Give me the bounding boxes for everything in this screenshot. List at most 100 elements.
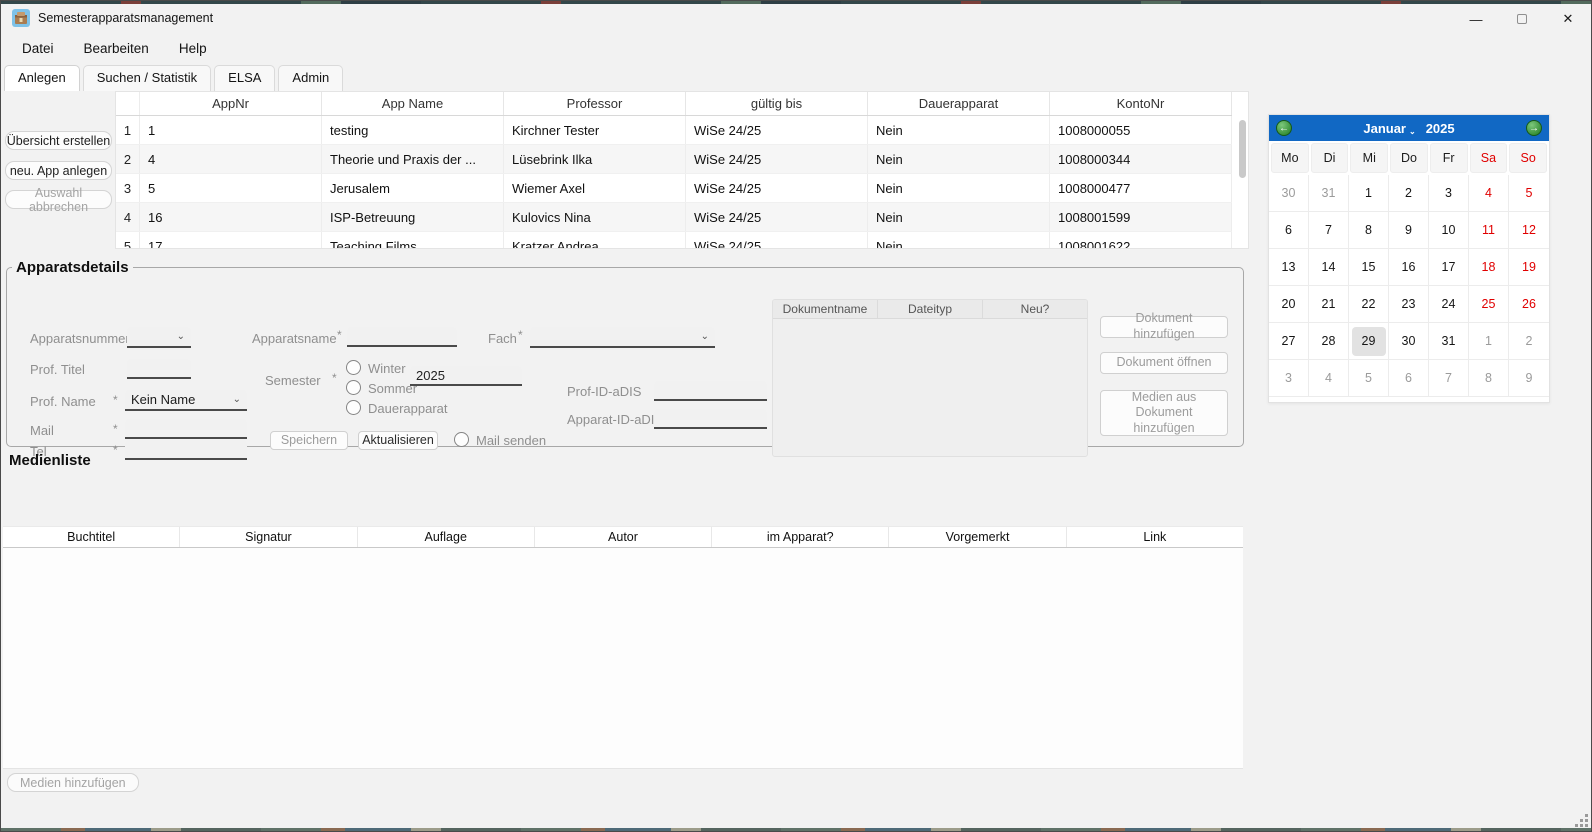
table-row[interactable]: 517Teaching FilmsKratzer AndreaWiSe 24/2… (116, 232, 1232, 249)
calendar-day-cell[interactable]: 5 (1509, 175, 1549, 212)
calendar-day-cell[interactable]: 9 (1509, 360, 1549, 397)
calendar-day-cell[interactable]: 17 (1429, 249, 1469, 286)
resize-grip[interactable] (1576, 815, 1588, 827)
menu-item-help[interactable]: Help (164, 36, 222, 61)
calendar-day-cell[interactable]: 15 (1349, 249, 1389, 286)
calendar-day-cell[interactable]: 8 (1349, 212, 1389, 249)
calendar-day-cell[interactable]: 26 (1509, 286, 1549, 323)
calendar-month-year[interactable]: Januar⌄ 2025 (1363, 121, 1454, 136)
apps-table-scrollbar-thumb[interactable] (1239, 120, 1246, 178)
apps-column-header-professor[interactable]: Professor (504, 92, 686, 115)
prof-titel-input[interactable] (127, 359, 191, 379)
apps-table-scrollbar[interactable] (1239, 118, 1246, 246)
calendar-day-cell[interactable]: 8 (1469, 360, 1509, 397)
calendar-day-cell[interactable]: 7 (1429, 360, 1469, 397)
calendar-day-cell[interactable]: 29 (1349, 323, 1389, 360)
sidebar-button-3[interactable]: Auswahl abbrechen (5, 190, 112, 209)
calendar-day-cell[interactable]: 1 (1469, 323, 1509, 360)
apps-column-header-app-name[interactable]: App Name (322, 92, 504, 115)
apparatsname-input[interactable] (347, 327, 457, 347)
calendar-prev-month-button[interactable]: ← (1276, 120, 1292, 136)
sidebar-button-2[interactable]: neu. App anlegen (5, 161, 112, 180)
calendar-day-cell[interactable]: 3 (1269, 360, 1309, 397)
tab-suchen-statistik[interactable]: Suchen / Statistik (83, 65, 211, 91)
calendar-day-cell[interactable]: 2 (1509, 323, 1549, 360)
calendar-day-cell[interactable]: 28 (1309, 323, 1349, 360)
table-cell: testing (322, 116, 504, 144)
calendar-day-cell[interactable]: 7 (1309, 212, 1349, 249)
close-button[interactable]: ✕ (1545, 4, 1591, 34)
apps-column-header-dauerapparat[interactable]: Dauerapparat (868, 92, 1050, 115)
mail-input[interactable] (125, 419, 247, 439)
tab-elsa[interactable]: ELSA (214, 65, 275, 91)
apparatsnummer-dropdown[interactable]: ⌄ (127, 327, 191, 348)
calendar-day-cell[interactable]: 10 (1429, 212, 1469, 249)
semester-dauerapparat-label: Dauerapparat (368, 401, 448, 416)
calendar-day-cell[interactable]: 25 (1469, 286, 1509, 323)
calendar-day-cell[interactable]: 6 (1269, 212, 1309, 249)
medien-hinzufuegen-button[interactable]: Medien hinzufügen (7, 773, 139, 792)
calendar-day-cell[interactable]: 27 (1269, 323, 1309, 360)
table-row[interactable]: 35JerusalemWiemer AxelWiSe 24/25Nein1008… (116, 174, 1232, 203)
calendar-day-cell[interactable]: 19 (1509, 249, 1549, 286)
aktualisieren-button[interactable]: Aktualisieren (358, 431, 438, 450)
semester-dauerapparat-radio[interactable] (346, 400, 361, 415)
calendar-day-cell[interactable]: 20 (1269, 286, 1309, 323)
minimize-button[interactable]: — (1453, 4, 1499, 34)
menu-item-datei[interactable]: Datei (7, 36, 69, 61)
tel-input[interactable] (125, 440, 247, 460)
semester-sommer-radio[interactable] (346, 380, 361, 395)
calendar-day-number: 28 (1312, 327, 1346, 356)
calendar-day-cell[interactable]: 2 (1389, 175, 1429, 212)
calendar-next-month-button[interactable]: → (1526, 120, 1542, 136)
prof-id-adis-input[interactable] (654, 381, 767, 401)
calendar-day-cell[interactable]: 22 (1349, 286, 1389, 323)
medienliste-table: BuchtitelSignaturAuflageAutorim Apparat?… (3, 526, 1243, 769)
calendar-day-cell[interactable]: 4 (1309, 360, 1349, 397)
calendar-day-cell[interactable]: 23 (1389, 286, 1429, 323)
dokument-hinzufuegen-button[interactable]: Dokument hinzufügen (1100, 316, 1228, 338)
calendar-day-cell[interactable]: 30 (1389, 323, 1429, 360)
tab-anlegen[interactable]: Anlegen (4, 65, 80, 91)
calendar-day-cell[interactable]: 31 (1429, 323, 1469, 360)
calendar-day-cell[interactable]: 5 (1349, 360, 1389, 397)
semester-winter-radio[interactable] (346, 360, 361, 375)
semester-year-input[interactable] (410, 366, 522, 386)
calendar-day-cell[interactable]: 18 (1469, 249, 1509, 286)
calendar-day-cell[interactable]: 24 (1429, 286, 1469, 323)
calendar-year-label[interactable]: 2025 (1426, 121, 1455, 136)
apps-column-header-kontonr[interactable]: KontoNr (1050, 92, 1232, 115)
calendar-day-cell[interactable]: 21 (1309, 286, 1349, 323)
tel-required-marker: * (113, 443, 118, 457)
calendar-day-cell[interactable]: 13 (1269, 249, 1309, 286)
menu-item-bearbeiten[interactable]: Bearbeiten (69, 36, 164, 61)
calendar-day-cell[interactable]: 14 (1309, 249, 1349, 286)
maximize-button[interactable] (1499, 4, 1545, 34)
calendar-day-cell[interactable]: 1 (1349, 175, 1389, 212)
table-row[interactable]: 416ISP-BetreuungKulovics NinaWiSe 24/25N… (116, 203, 1232, 232)
calendar-day-number: 8 (1472, 364, 1506, 393)
prof-name-dropdown[interactable]: Kein Name ⌄ (125, 390, 247, 411)
apps-column-header-g-ltig-bis[interactable]: gültig bis (686, 92, 868, 115)
tab-admin[interactable]: Admin (278, 65, 343, 91)
calendar-day-cell[interactable]: 3 (1429, 175, 1469, 212)
dokument-oeffnen-button[interactable]: Dokument öffnen (1100, 352, 1228, 374)
sidebar-button-1[interactable]: Übersicht erstellen (5, 131, 112, 150)
calendar-month-label[interactable]: Januar (1363, 121, 1406, 136)
calendar-day-cell[interactable]: 9 (1389, 212, 1429, 249)
table-row[interactable]: 24Theorie und Praxis der ...Lüsebrink Il… (116, 145, 1232, 174)
calendar-day-cell[interactable]: 12 (1509, 212, 1549, 249)
calendar-day-cell[interactable]: 31 (1309, 175, 1349, 212)
calendar-day-cell[interactable]: 11 (1469, 212, 1509, 249)
apparat-id-adis-input[interactable] (654, 409, 767, 429)
apps-column-header-appnr[interactable]: AppNr (140, 92, 322, 115)
fach-dropdown[interactable]: ⌄ (530, 327, 715, 348)
speichern-button[interactable]: Speichern (270, 431, 348, 450)
calendar-day-cell[interactable]: 30 (1269, 175, 1309, 212)
calendar-day-cell[interactable]: 6 (1389, 360, 1429, 397)
mail-senden-checkbox[interactable] (454, 432, 469, 447)
calendar-day-cell[interactable]: 4 (1469, 175, 1509, 212)
calendar-day-cell[interactable]: 16 (1389, 249, 1429, 286)
medien-aus-dokument-button[interactable]: Medien aus Dokument hinzufügen (1100, 390, 1228, 436)
table-row[interactable]: 11testingKirchner TesterWiSe 24/25Nein10… (116, 116, 1232, 145)
